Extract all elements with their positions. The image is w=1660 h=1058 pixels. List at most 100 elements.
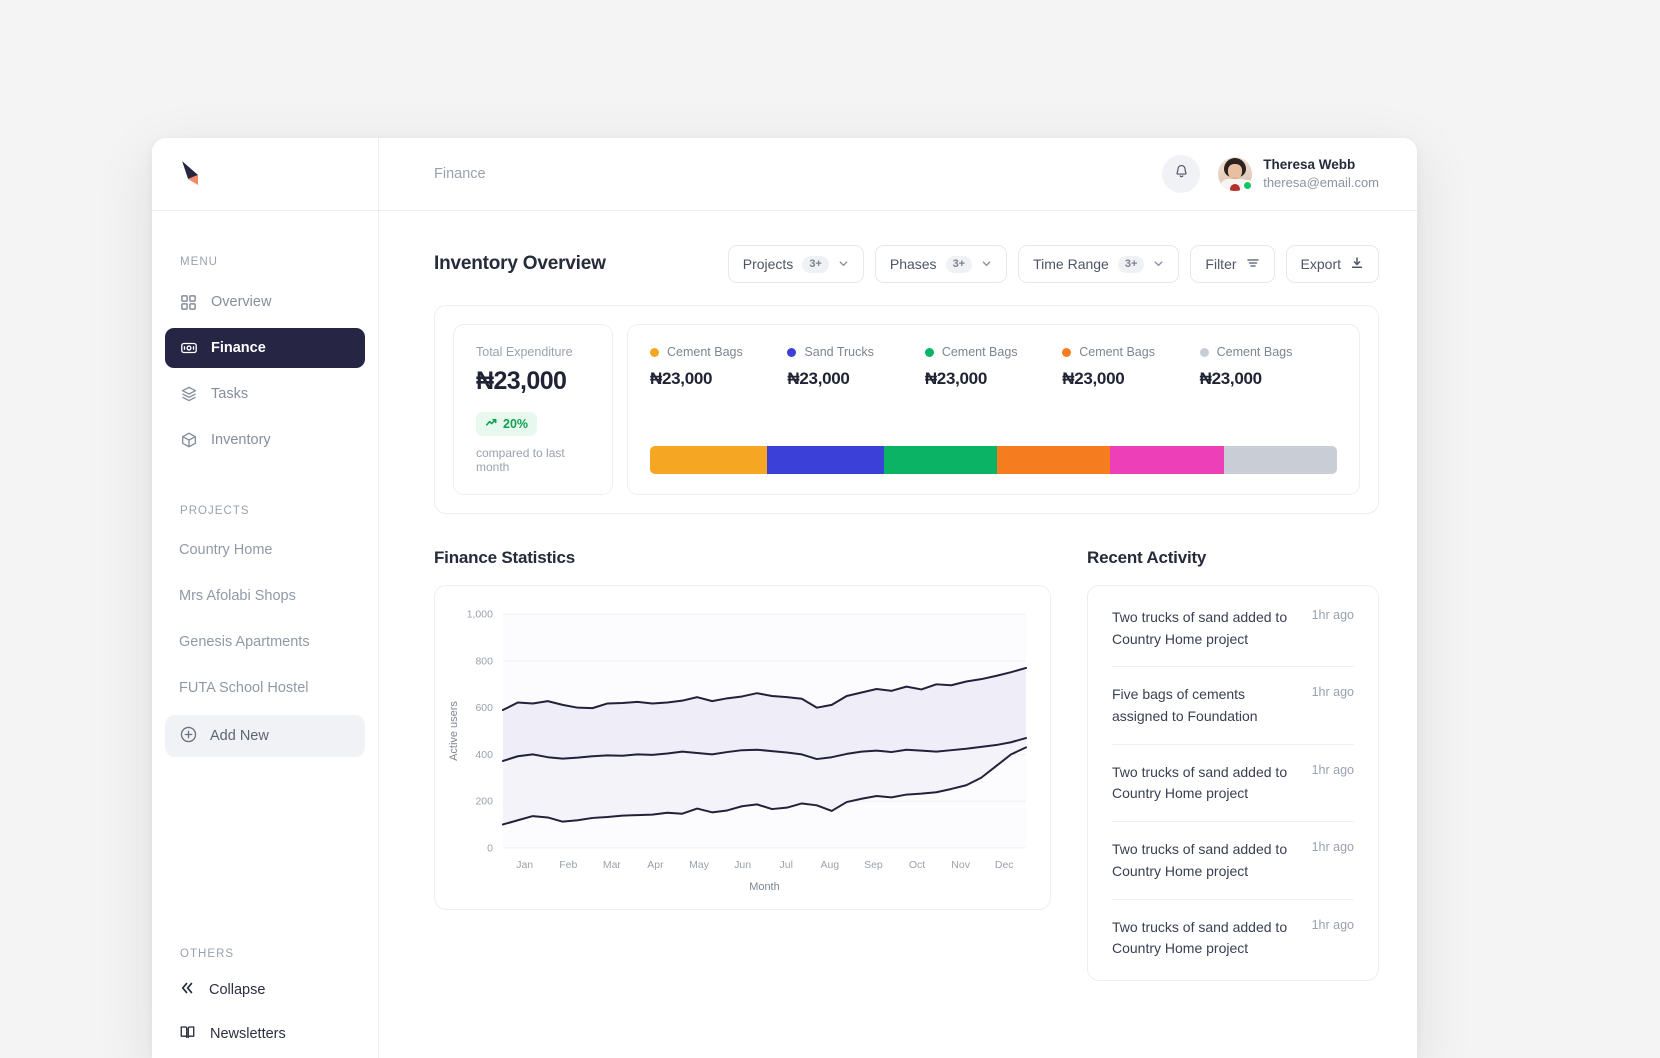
sidebar-item-overview[interactable]: Overview <box>165 282 365 322</box>
phases-filter-button[interactable]: Phases 3+ <box>874 245 1008 283</box>
sidebar-item-label: Finance <box>211 340 266 356</box>
legend-value: ₦23,000 <box>924 369 987 388</box>
others-section-label: OTHERS <box>180 948 235 960</box>
sidebar-project-futa-school-hostel[interactable]: FUTA School Hostel <box>165 669 365 707</box>
sidebar-project-country-home[interactable]: Country Home <box>165 531 365 569</box>
project-label: FUTA School Hostel <box>179 680 309 696</box>
activity-item[interactable]: Two trucks of sand added to Country Home… <box>1112 590 1354 668</box>
download-icon <box>1350 256 1364 273</box>
project-label: Genesis Apartments <box>179 634 310 650</box>
main-area: Finance Theresa Webb theresa@email.com I… <box>379 138 1417 1058</box>
overview-header-row: Inventory Overview Projects 3+ Phases 3+ <box>434 245 1379 283</box>
bell-icon <box>1173 163 1190 185</box>
svg-text:Sep: Sep <box>864 860 883 871</box>
activity-item[interactable]: Two trucks of sand added to Country Home… <box>1112 822 1354 900</box>
legend-label: Cement Bags <box>1079 345 1155 359</box>
trend-up-icon <box>485 416 498 432</box>
total-expenditure-card: Total Expenditure ₦23,000 20% compared t… <box>453 324 613 495</box>
legend-label: Sand Trucks <box>804 345 874 359</box>
activity-text: Two trucks of sand added to Country Home… <box>1112 609 1288 647</box>
legend-label: Cement Bags <box>1216 345 1293 359</box>
chevron-down-icon <box>981 256 992 272</box>
sidebar-item-label: Tasks <box>211 386 249 402</box>
expenditure-value: ₦23,000 <box>476 367 567 395</box>
svg-text:Feb: Feb <box>559 860 577 871</box>
activity-item[interactable]: Two trucks of sand added to Country Home… <box>1112 745 1354 823</box>
bar-segment <box>1110 446 1224 474</box>
avatar <box>1218 156 1254 191</box>
svg-text:400: 400 <box>475 750 493 761</box>
sidebar-item-collapse[interactable]: Collapse <box>165 970 365 1010</box>
svg-text:Mar: Mar <box>603 860 622 871</box>
bar-segment <box>883 446 997 474</box>
svg-text:600: 600 <box>475 703 493 714</box>
time-range-filter-badge: 3+ <box>1117 255 1145 273</box>
legend-item: Cement Bags ₦23,000 <box>1199 345 1337 389</box>
activity-time: 1hr ago <box>1311 762 1354 777</box>
time-range-filter-label: Time Range <box>1033 256 1109 272</box>
activity-item[interactable]: Two trucks of sand added to Country Home… <box>1112 900 1354 976</box>
legend-label: Cement Bags <box>667 345 743 359</box>
sidebar-item-inventory[interactable]: Inventory <box>165 420 365 460</box>
sidebar-item-newsletters[interactable]: Newsletters <box>165 1014 365 1054</box>
sidebar-project-genesis-apartments[interactable]: Genesis Apartments <box>165 623 365 661</box>
book-icon <box>179 1024 196 1045</box>
topbar-right: Theresa Webb theresa@email.com <box>1162 155 1379 193</box>
sidebar-project-mrs-afolabi-shops[interactable]: Mrs Afolabi Shops <box>165 577 365 615</box>
project-label: Mrs Afolabi Shops <box>179 588 296 604</box>
projects-filter-label: Projects <box>742 256 794 272</box>
activity-time: 1hr ago <box>1311 685 1354 700</box>
export-button[interactable]: Export <box>1285 245 1379 283</box>
svg-text:Aug: Aug <box>821 860 840 871</box>
filter-toolbar: Projects 3+ Phases 3+ Time Range 3+ Filt… <box>727 245 1379 283</box>
legend-value: ₦23,000 <box>650 369 713 388</box>
project-label: Country Home <box>179 542 273 558</box>
chevrons-left-icon <box>179 980 195 1000</box>
sidebar: MENU Overview Finance Tasks Inventory PR… <box>152 138 379 1058</box>
user-menu[interactable]: Theresa Webb theresa@email.com <box>1218 156 1379 192</box>
svg-text:Dec: Dec <box>995 860 1014 871</box>
svg-text:May: May <box>689 860 710 871</box>
newsletters-label: Newsletters <box>210 1026 286 1042</box>
time-range-filter-button[interactable]: Time Range 3+ <box>1018 245 1180 283</box>
bar-segment <box>766 446 884 474</box>
add-new-button[interactable]: Add New <box>165 715 365 757</box>
add-new-label: Add New <box>210 728 269 744</box>
user-name: Theresa Webb <box>1263 157 1356 173</box>
svg-text:Active users: Active users <box>448 701 460 761</box>
plus-circle-icon <box>179 725 198 748</box>
bar-segment <box>1223 446 1337 474</box>
layers-icon <box>179 385 198 404</box>
inventory-overview-card: Total Expenditure ₦23,000 20% compared t… <box>434 305 1379 514</box>
notifications-button[interactable] <box>1162 155 1201 193</box>
chevron-down-icon <box>1153 256 1164 272</box>
legend-color-dot <box>1199 347 1209 357</box>
sidebar-item-tasks[interactable]: Tasks <box>165 374 365 414</box>
menu-section-label: MENU <box>180 256 218 268</box>
app-window: MENU Overview Finance Tasks Inventory PR… <box>152 138 1417 1058</box>
distribution-bar <box>650 446 1337 474</box>
activity-text: Two trucks of sand added to Country Home… <box>1112 763 1288 802</box>
change-badge: 20% <box>476 412 538 436</box>
filter-button[interactable]: Filter <box>1190 245 1275 283</box>
finance-statistics-column: Finance Statistics 0 200 400 600 800 1,000 Act… <box>434 548 1051 981</box>
change-subtitle: compared to last month <box>476 446 565 474</box>
activity-text: Two trucks of sand added to Country Home… <box>1112 841 1288 879</box>
finance-line-chart: 0 200 400 600 800 1,000 Active users Jan Feb Mar A… <box>448 610 1028 893</box>
breadcrumb: Finance <box>434 166 486 182</box>
kodo-logo[interactable] <box>178 159 206 189</box>
finance-statistics-title: Finance Statistics <box>434 548 575 567</box>
sidebar-item-finance[interactable]: Finance <box>165 328 365 368</box>
legend-item: Sand Trucks ₦23,000 <box>787 345 924 389</box>
legend-item: Cement Bags ₦23,000 <box>650 345 787 389</box>
activity-text: Five bags of cements assigned to Foundat… <box>1112 686 1258 725</box>
chevron-down-icon <box>838 256 849 272</box>
activity-item[interactable]: Five bags of cements assigned to Foundat… <box>1112 667 1354 745</box>
legend-value: ₦23,000 <box>787 369 850 388</box>
legend-value: ₦23,000 <box>1062 369 1125 388</box>
projects-filter-button[interactable]: Projects 3+ <box>727 245 864 283</box>
materials-legend-card: Cement Bags ₦23,000 Sand Trucks ₦23,000 <box>627 324 1360 495</box>
filter-label: Filter <box>1205 256 1237 272</box>
legend-color-dot <box>787 347 797 357</box>
content: Inventory Overview Projects 3+ Phases 3+ <box>379 211 1417 1058</box>
